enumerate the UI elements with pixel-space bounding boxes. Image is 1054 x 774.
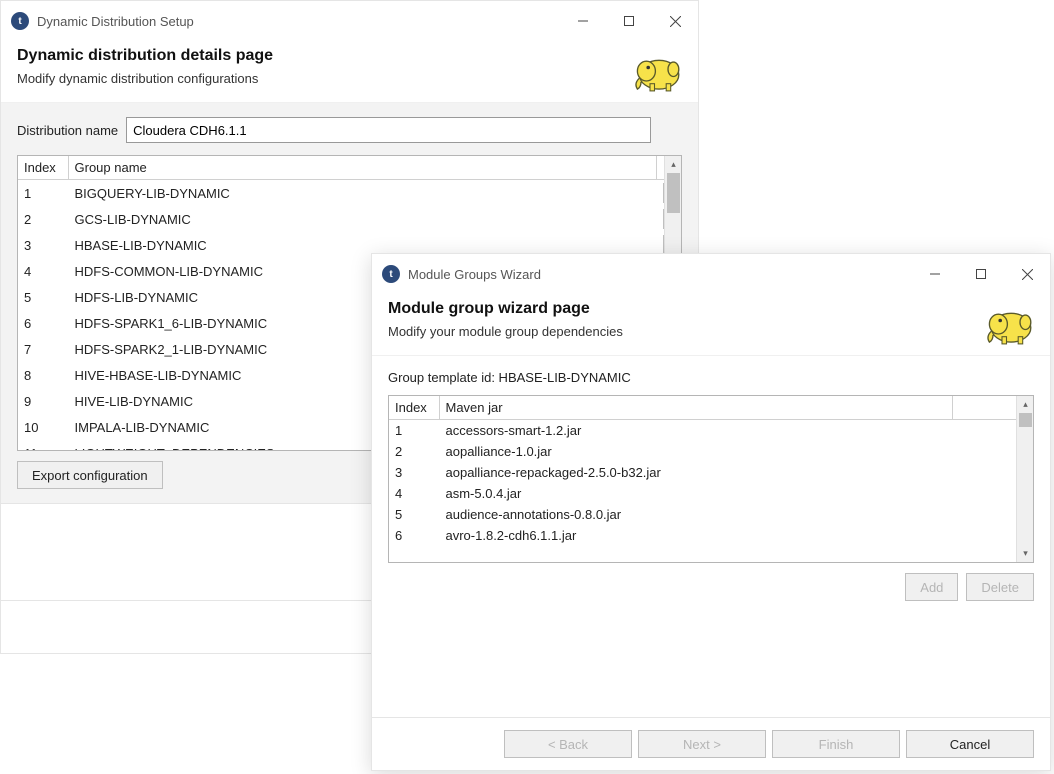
hadoop-elephant-icon <box>632 51 686 93</box>
app-icon: t <box>11 12 29 30</box>
scroll-up-icon[interactable]: ▴ <box>665 156 682 173</box>
cell-index: 1 <box>389 420 439 442</box>
table-row[interactable]: 3aopalliance-repackaged-2.5.0-b32.jar <box>389 462 1033 483</box>
minimize-button[interactable] <box>912 258 958 290</box>
maximize-button[interactable] <box>958 258 1004 290</box>
col-header-jar[interactable]: Maven jar <box>439 396 953 420</box>
add-button[interactable]: Add <box>905 573 958 601</box>
app-icon: t <box>382 265 400 283</box>
cell-jar-name: accessors-smart-1.2.jar <box>439 420 953 442</box>
scroll-down-icon[interactable]: ▾ <box>1017 545 1034 562</box>
table-row[interactable]: 1accessors-smart-1.2.jar <box>389 420 1033 442</box>
cancel-button[interactable]: Cancel <box>906 730 1034 758</box>
distribution-name-label: Distribution name <box>17 123 118 138</box>
cell-index: 11 <box>18 440 68 450</box>
distribution-name-input[interactable] <box>126 117 651 143</box>
finish-button[interactable]: Finish <box>772 730 900 758</box>
export-config-button[interactable]: Export configuration <box>17 461 163 489</box>
page-title: Dynamic distribution details page <box>17 47 682 65</box>
cell-jar-name: avro-1.8.2-cdh6.1.1.jar <box>439 525 953 546</box>
scroll-thumb[interactable] <box>667 173 680 213</box>
close-button[interactable] <box>652 5 698 37</box>
titlebar: t Module Groups Wizard <box>372 254 1050 294</box>
table-row[interactable]: 2aopalliance-1.0.jar <box>389 441 1033 462</box>
delete-button[interactable]: Delete <box>966 573 1034 601</box>
cell-index: 3 <box>18 232 68 258</box>
scroll-up-icon[interactable]: ▴ <box>1017 396 1034 413</box>
cell-index: 9 <box>18 388 68 414</box>
cell-index: 6 <box>389 525 439 546</box>
cell-index: 6 <box>18 310 68 336</box>
table-row[interactable]: 4asm-5.0.4.jar <box>389 483 1033 504</box>
back-button[interactable]: < Back <box>504 730 632 758</box>
window-title: Module Groups Wizard <box>408 267 912 282</box>
minimize-button[interactable] <box>560 5 606 37</box>
cell-jar-name: asm-5.0.4.jar <box>439 483 953 504</box>
jars-table: Index Maven jar 1accessors-smart-1.2.jar… <box>388 395 1034 563</box>
cell-index: 2 <box>18 206 68 232</box>
cell-index: 10 <box>18 414 68 440</box>
col-header-group[interactable]: Group name <box>68 156 657 180</box>
cell-group-name: BIGQUERY-LIB-DYNAMIC <box>68 180 657 207</box>
table-row[interactable]: 1BIGQUERY-LIB-DYNAMIC… <box>18 180 681 207</box>
scroll-thumb[interactable] <box>1019 413 1032 427</box>
cell-jar-name: aopalliance-repackaged-2.5.0-b32.jar <box>439 462 953 483</box>
group-template-id-label: Group template id: HBASE-LIB-DYNAMIC <box>388 370 1034 385</box>
cell-index: 8 <box>18 362 68 388</box>
scrollbar[interactable]: ▴ ▾ <box>1016 396 1033 562</box>
close-button[interactable] <box>1004 258 1050 290</box>
table-row[interactable]: 6avro-1.8.2-cdh6.1.1.jar <box>389 525 1033 546</box>
module-groups-wizard-window: t Module Groups Wizard Module group wiza… <box>371 253 1051 771</box>
cell-index: 7 <box>18 336 68 362</box>
page-subtitle: Modify your module group dependencies <box>388 324 1034 339</box>
cell-index: 5 <box>18 284 68 310</box>
cell-index: 1 <box>18 180 68 207</box>
next-button[interactable]: Next > <box>638 730 766 758</box>
cell-group-name: GCS-LIB-DYNAMIC <box>68 206 657 232</box>
table-row[interactable]: 2GCS-LIB-DYNAMIC… <box>18 206 681 232</box>
wizard-footer: < Back Next > Finish Cancel <box>372 717 1050 770</box>
titlebar: t Dynamic Distribution Setup <box>1 1 698 41</box>
col-header-index[interactable]: Index <box>389 396 439 420</box>
col-header-index[interactable]: Index <box>18 156 68 180</box>
main-content: Group template id: HBASE-LIB-DYNAMIC Ind… <box>372 356 1050 615</box>
window-title: Dynamic Distribution Setup <box>37 14 560 29</box>
cell-index: 3 <box>389 462 439 483</box>
page-header: Module group wizard page Modify your mod… <box>372 294 1050 356</box>
cell-index: 2 <box>389 441 439 462</box>
cell-index: 4 <box>389 483 439 504</box>
table-row[interactable]: 5audience-annotations-0.8.0.jar <box>389 504 1033 525</box>
hadoop-elephant-icon <box>984 304 1038 346</box>
cell-index: 5 <box>389 504 439 525</box>
page-header: Dynamic distribution details page Modify… <box>1 41 698 103</box>
maximize-button[interactable] <box>606 5 652 37</box>
cell-index: 4 <box>18 258 68 284</box>
page-title: Module group wizard page <box>388 300 1034 318</box>
cell-jar-name: aopalliance-1.0.jar <box>439 441 953 462</box>
cell-jar-name: audience-annotations-0.8.0.jar <box>439 504 953 525</box>
page-subtitle: Modify dynamic distribution configuratio… <box>17 71 682 86</box>
